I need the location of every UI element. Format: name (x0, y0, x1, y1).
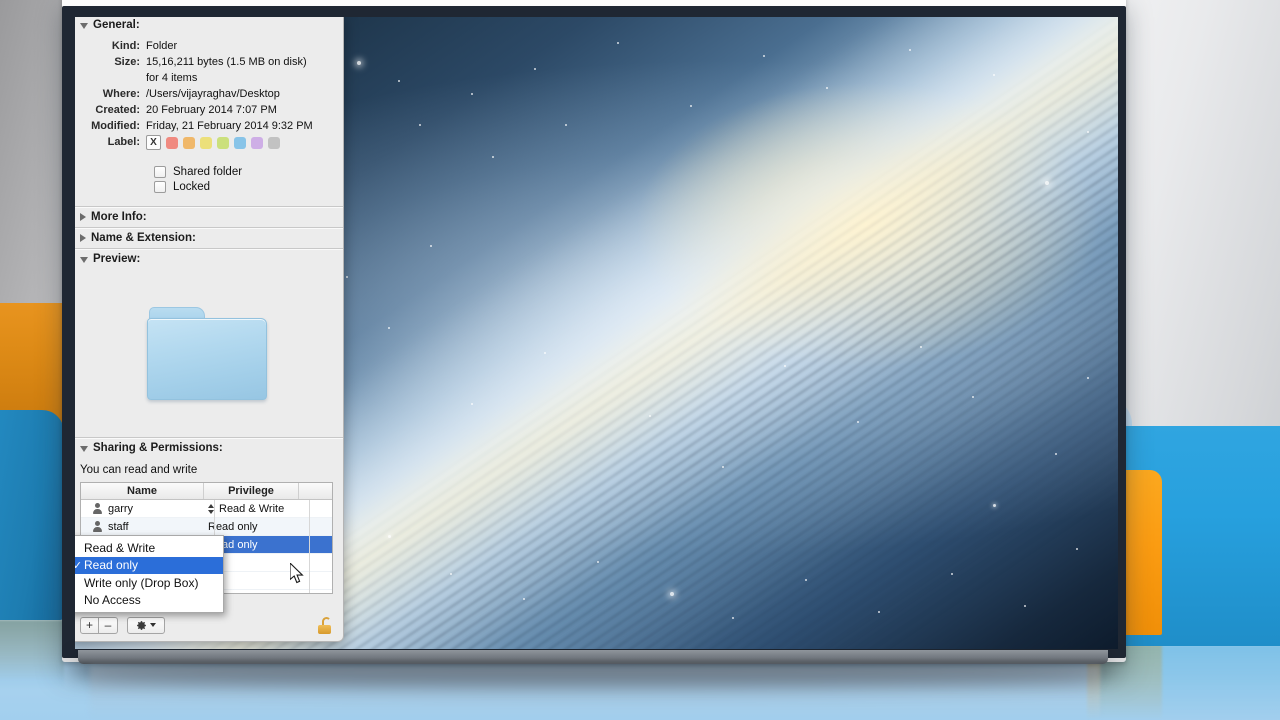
section-title-general: General: (93, 19, 140, 31)
permissions-summary-text: You can read and write (75, 458, 343, 482)
permissions-toolbar: + – (75, 609, 343, 641)
label-swatch-blue[interactable] (234, 137, 246, 149)
info-row-where: Where: /Users/vijayraghav/Desktop (75, 87, 343, 102)
section-title-preview: Preview: (93, 253, 140, 265)
checkmark-icon: ✓ (75, 559, 84, 572)
label-modified: Modified: (75, 119, 146, 134)
permissions-table-header: Name Privilege (81, 483, 332, 500)
menu-item-read-only[interactable]: ✓ Read only (75, 557, 223, 575)
section-title-more-info: More Info: (91, 211, 147, 223)
label-kind: Kind: (75, 39, 146, 54)
remove-user-button[interactable]: – (99, 617, 118, 634)
cell-name-text: staff (108, 521, 129, 533)
value-created: 20 February 2014 7:07 PM (146, 103, 283, 118)
info-row-kind: Kind: Folder (75, 39, 343, 54)
user-icon (92, 503, 103, 514)
label-none-button[interactable]: X (146, 135, 161, 150)
info-row-label: Label: X (75, 135, 343, 150)
menu-item-label: No Access (84, 593, 141, 607)
column-header-pad (299, 483, 332, 499)
monitor-base (78, 650, 1108, 664)
add-remove-button-group: + – (80, 617, 118, 634)
section-header-more-info[interactable]: More Info: (75, 207, 343, 227)
privilege-dropdown-menu[interactable]: Read & Write ✓ Read only Write only (Dro… (75, 535, 224, 613)
column-divider-2 (309, 500, 310, 593)
section-title-name-extension: Name & Extension: (91, 232, 196, 244)
table-row[interactable]: staff Read only (81, 518, 332, 536)
cell-privilege-text: Read only (208, 521, 258, 533)
unlocked-lock-icon[interactable] (318, 617, 333, 634)
info-row-modified: Modified: Friday, 21 February 2014 9:32 … (75, 119, 343, 134)
monitor-reflection (90, 666, 1100, 720)
cell-name: staff (81, 521, 204, 533)
section-header-general[interactable]: General: (75, 17, 343, 35)
label-color-picker[interactable]: X (146, 135, 286, 150)
get-info-panel: General: Kind: Folder Size: 15,16,211 by… (75, 17, 344, 642)
label-created: Created: (75, 103, 146, 118)
info-row-created: Created: 20 February 2014 7:07 PM (75, 103, 343, 118)
value-modified: Friday, 21 February 2014 9:32 PM (146, 119, 319, 134)
action-menu-button[interactable] (127, 617, 165, 634)
label-swatch-red[interactable] (166, 137, 178, 149)
label-swatch-purple[interactable] (251, 137, 263, 149)
folder-icon (147, 307, 267, 400)
desktop-screen: General: Kind: Folder Size: 15,16,211 by… (75, 17, 1118, 649)
decor-reflection-blue-left (0, 620, 64, 690)
info-row-size: Size: 15,16,211 bytes (1.5 MB on disk) (75, 55, 343, 70)
table-row[interactable]: garry Read & Write (81, 500, 332, 518)
mouse-cursor (290, 563, 305, 585)
section-title-sharing-permissions: Sharing & Permissions: (93, 442, 223, 454)
checkbox-row-shared-folder[interactable]: Shared folder (154, 166, 343, 178)
checkbox-locked[interactable] (154, 181, 166, 193)
menu-item-label: Write only (Drop Box) (84, 576, 198, 590)
label-swatch-orange[interactable] (183, 137, 195, 149)
label-label: Label: (75, 135, 146, 150)
cell-privilege[interactable]: Read & Write (204, 503, 299, 515)
group-icon (92, 521, 103, 532)
general-checkboxes: Shared folder Locked (75, 157, 343, 206)
label-where: Where: (75, 87, 146, 102)
label-size-cont (75, 71, 146, 86)
label-swatch-green[interactable] (217, 137, 229, 149)
decor-reflection-blue-right (1100, 645, 1280, 720)
value-size: 15,16,211 bytes (1.5 MB on disk) (146, 55, 313, 70)
disclosure-triangle-right-icon[interactable] (80, 234, 86, 242)
general-rows: Kind: Folder Size: 15,16,211 bytes (1.5 … (75, 35, 343, 157)
checkbox-label-shared-folder: Shared folder (173, 166, 242, 178)
section-header-sharing-permissions[interactable]: Sharing & Permissions: (75, 438, 343, 458)
cell-privilege-text: Read & Write (219, 503, 284, 515)
preview-body (75, 269, 343, 437)
menu-item-read-write[interactable]: Read & Write (75, 539, 223, 557)
gear-icon (136, 620, 147, 631)
value-where: /Users/vijayraghav/Desktop (146, 87, 286, 102)
menu-item-write-only-drop-box[interactable]: Write only (Drop Box) (75, 574, 223, 592)
value-size-items: for 4 items (146, 71, 203, 86)
label-swatch-gray[interactable] (268, 137, 280, 149)
column-header-name[interactable]: Name (81, 483, 204, 499)
info-row-size-cont: for 4 items (75, 71, 343, 86)
decor-block-blue-left (0, 410, 64, 620)
cell-privilege[interactable]: Read only (204, 521, 299, 533)
section-header-name-extension[interactable]: Name & Extension: (75, 228, 343, 248)
scene: General: Kind: Folder Size: 15,16,211 by… (0, 0, 1280, 720)
menu-item-label: Read & Write (84, 541, 155, 555)
checkbox-label-locked: Locked (173, 181, 210, 193)
disclosure-triangle-right-icon[interactable] (80, 213, 86, 221)
section-header-preview[interactable]: Preview: (75, 249, 343, 269)
cell-name: garry (81, 503, 204, 515)
menu-item-no-access[interactable]: No Access (75, 592, 223, 610)
label-swatch-yellow[interactable] (200, 137, 212, 149)
value-kind: Folder (146, 39, 183, 54)
column-header-privilege[interactable]: Privilege (204, 483, 299, 499)
disclosure-triangle-down-icon[interactable] (80, 257, 88, 263)
chevron-down-icon (150, 623, 156, 627)
add-user-button[interactable]: + (80, 617, 99, 634)
menu-item-label: Read only (84, 558, 138, 572)
checkbox-shared-folder[interactable] (154, 166, 166, 178)
cell-name-text: garry (108, 503, 133, 515)
disclosure-triangle-down-icon[interactable] (80, 446, 88, 452)
checkbox-row-locked[interactable]: Locked (154, 181, 343, 193)
label-size: Size: (75, 55, 146, 70)
disclosure-triangle-down-icon[interactable] (80, 23, 88, 29)
